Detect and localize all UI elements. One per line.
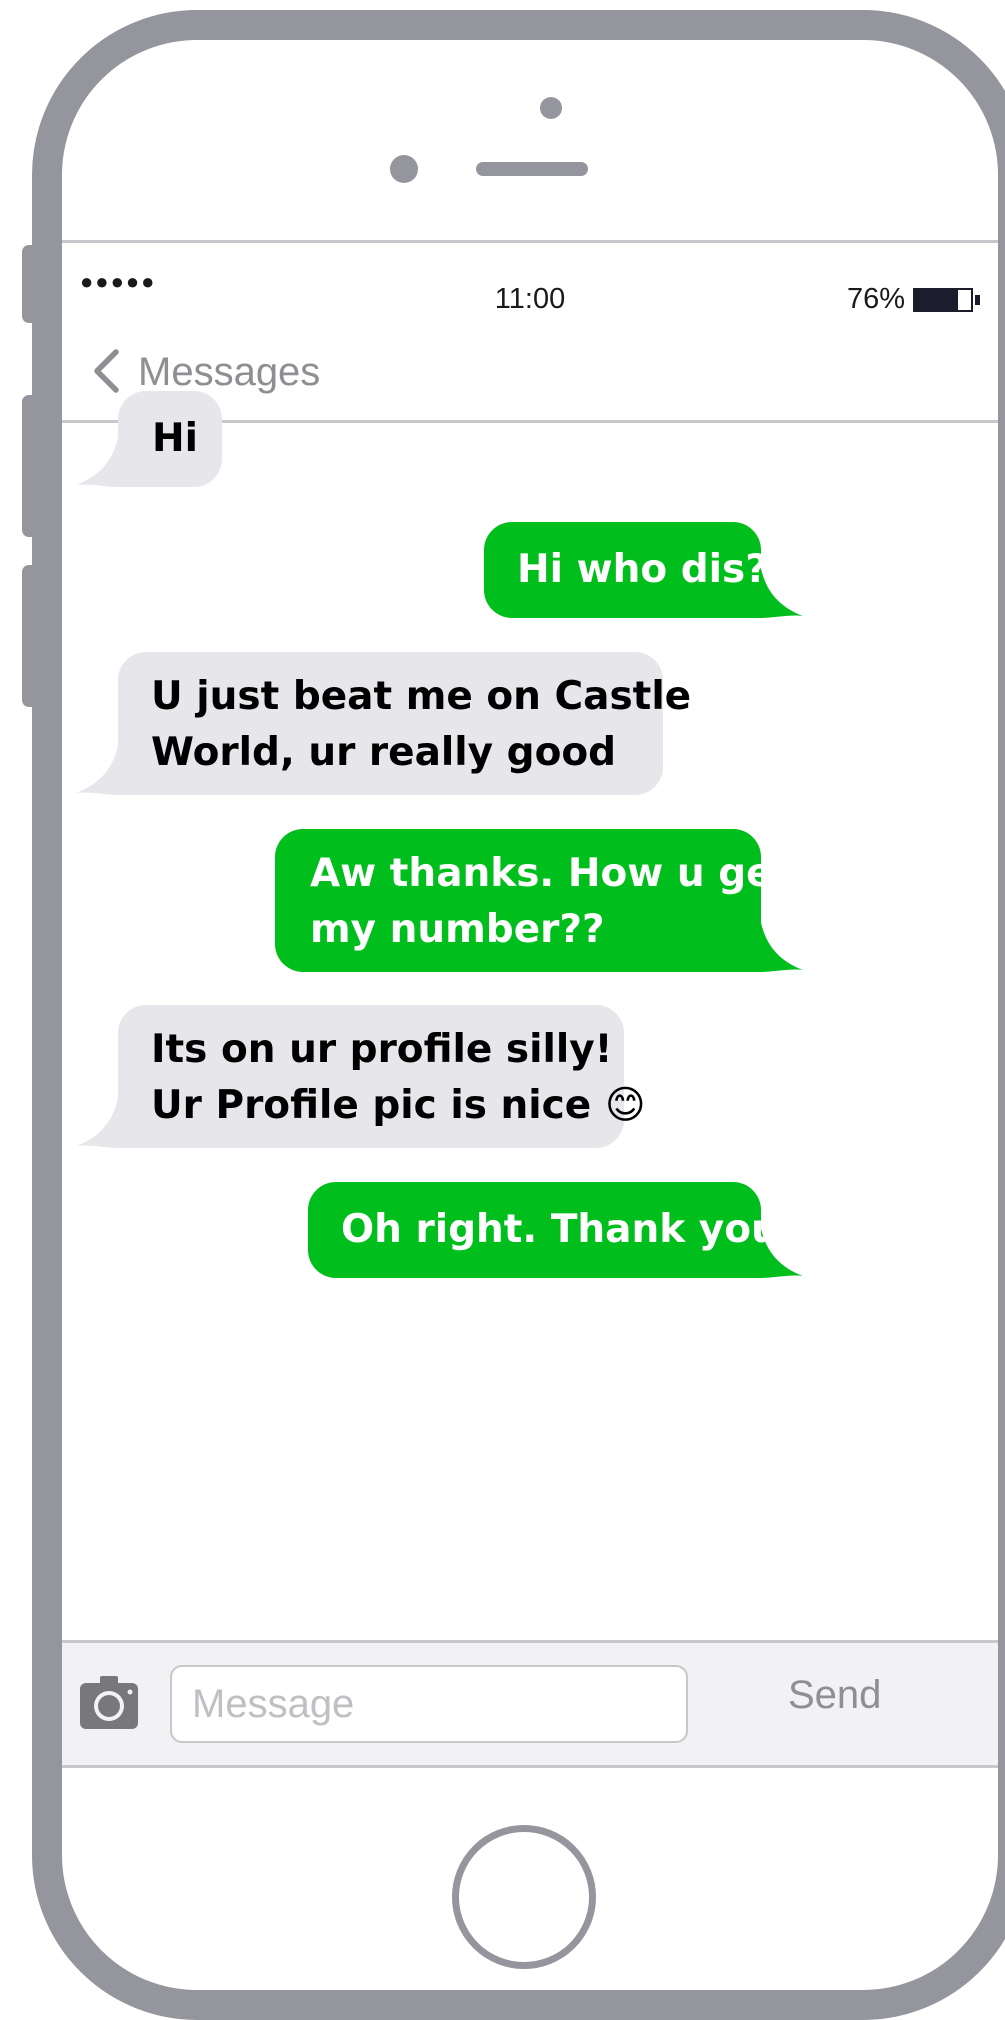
message-line: U just beat me on Castle xyxy=(151,674,692,719)
message-incoming: Its on ur profile silly! Ur Profile pic … xyxy=(76,1005,646,1148)
battery-percent: 76% xyxy=(846,283,905,315)
send-button[interactable]: Send xyxy=(788,1673,881,1718)
battery-indicator: 76% xyxy=(847,283,980,316)
battery-tip xyxy=(975,294,980,305)
status-bar: ●●●●● 11:00 76% xyxy=(62,243,998,315)
message-line: Aw thanks. How u get xyxy=(310,851,792,896)
message-line: Its on ur profile silly! xyxy=(151,1027,613,1072)
phone-frame: ●●●●● 11:00 76% Messages Hi Hi who dis? … xyxy=(32,10,1005,2020)
bubble-tail xyxy=(76,1078,146,1148)
chevron-left-icon[interactable] xyxy=(84,346,134,396)
message-line: Ur Profile pic is nice 😊 xyxy=(151,1083,646,1128)
front-camera xyxy=(390,155,418,183)
message-outgoing: Hi who dis? xyxy=(484,522,803,618)
status-time: 11:00 xyxy=(494,283,566,315)
message-text: Hi who dis? xyxy=(517,547,768,592)
battery-level-fill xyxy=(915,289,958,310)
message-text: Hi xyxy=(152,416,199,461)
message-line: my number?? xyxy=(310,907,605,952)
bubble-tail xyxy=(76,417,146,487)
message-incoming: U just beat me on Castle World, ur reall… xyxy=(76,652,692,795)
home-button[interactable] xyxy=(452,1825,596,1969)
message-outgoing: Oh right. Thank you xyxy=(308,1182,803,1278)
screen: ●●●●● 11:00 76% Messages Hi Hi who dis? … xyxy=(62,240,998,1768)
bubble-tail xyxy=(76,725,146,795)
message-incoming: Hi xyxy=(76,391,222,487)
message-outgoing: Aw thanks. How u get my number?? xyxy=(275,829,803,972)
message-line: World, ur really good xyxy=(151,730,617,775)
earpiece-speaker xyxy=(476,162,588,176)
battery-icon xyxy=(913,287,973,312)
camera-icon[interactable] xyxy=(80,1675,152,1731)
message-input[interactable] xyxy=(170,1665,688,1743)
proximity-sensor xyxy=(540,97,562,119)
message-composer: Send xyxy=(62,1640,998,1765)
message-text: Oh right. Thank you xyxy=(341,1207,779,1252)
back-button[interactable]: Messages xyxy=(138,350,320,395)
